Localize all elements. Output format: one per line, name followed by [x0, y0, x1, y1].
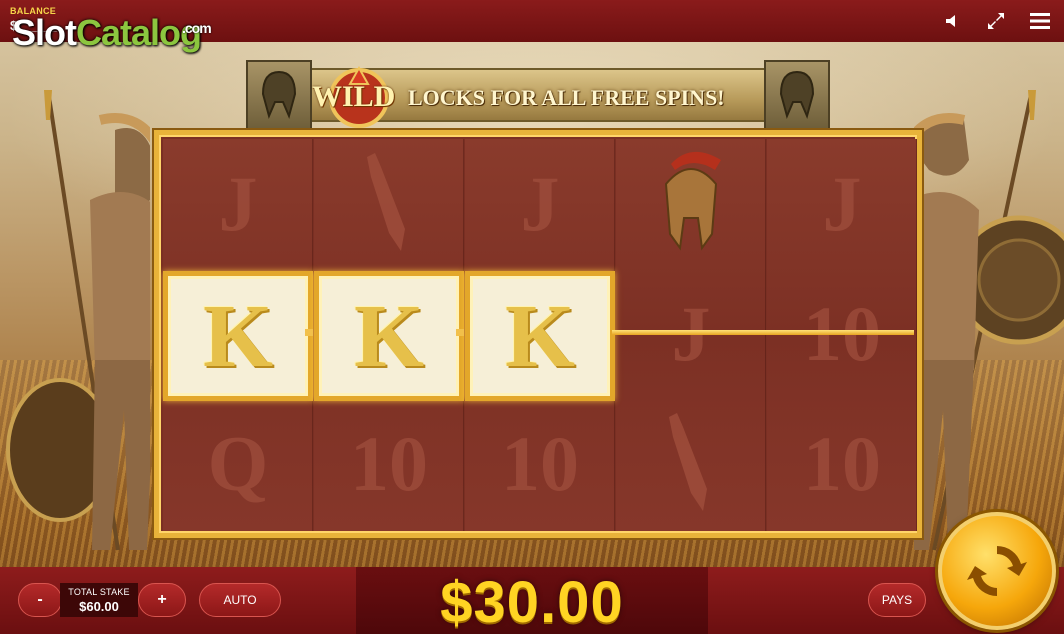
- reel-symbol: 10: [465, 399, 615, 529]
- sword-icon: [616, 399, 766, 529]
- reel-symbol: J: [767, 139, 917, 269]
- watermark-com: .com: [182, 20, 212, 36]
- wild-label: WILD: [312, 80, 396, 113]
- symbol-k: K: [353, 286, 424, 386]
- payline: [612, 330, 914, 335]
- pays-button[interactable]: PAYS: [868, 583, 926, 617]
- helmet-icon: [616, 139, 766, 269]
- reel-column-5: J 10 10: [767, 139, 917, 531]
- helmet-plaque-left: [246, 60, 312, 130]
- symbol-q: Q: [207, 420, 269, 507]
- win-amount: $30.00: [440, 570, 624, 634]
- slotcatalog-watermark: SlotCatalog .com: [12, 12, 212, 54]
- payline-link: [305, 329, 313, 336]
- minus-label: -: [37, 591, 43, 608]
- sword-icon: [314, 139, 464, 269]
- reel-symbol: 10: [314, 399, 464, 529]
- total-stake-label: TOTAL STAKE: [68, 587, 130, 597]
- top-icons: [940, 10, 1052, 32]
- reel-column-4: J: [616, 139, 766, 531]
- winning-symbol-tile: K: [163, 271, 313, 401]
- symbol-j: J: [520, 160, 560, 247]
- increase-stake-button[interactable]: +: [138, 583, 186, 617]
- auto-spin-button[interactable]: AUTO: [199, 583, 281, 617]
- symbol-10: 10: [501, 420, 579, 507]
- plus-label: +: [157, 591, 167, 608]
- right-spartan-warrior: [914, 90, 1064, 551]
- winning-symbol-tile: K: [465, 271, 615, 401]
- symbol-k: K: [504, 286, 575, 386]
- sound-icon[interactable]: [940, 10, 964, 32]
- watermark-slot: Slot: [12, 12, 77, 53]
- symbol-10: 10: [803, 420, 881, 507]
- free-spins-banner: WILD LOCKS FOR ALL FREE SPINS!: [246, 60, 830, 130]
- symbol-j: J: [822, 160, 862, 247]
- reel-symbol: 10: [767, 399, 917, 529]
- fullscreen-icon[interactable]: [984, 10, 1008, 32]
- helmet-plaque-right: [764, 60, 830, 130]
- symbol-10: 10: [350, 420, 428, 507]
- symbol-j: J: [218, 160, 258, 247]
- reel-symbol: Q: [163, 399, 313, 529]
- decrease-stake-button[interactable]: -: [18, 583, 62, 617]
- left-spartan-warrior: [6, 90, 150, 551]
- reel-symbol: J: [163, 139, 313, 269]
- total-stake-value: $60.00: [79, 599, 119, 614]
- menu-icon[interactable]: [1028, 10, 1052, 32]
- auto-label: AUTO: [223, 593, 257, 607]
- spin-arrows-icon: [967, 546, 1027, 596]
- top-bar: BALANCE $___.__ SlotCatalog .com: [0, 0, 1064, 53]
- symbol-k: K: [202, 286, 273, 386]
- spin-button[interactable]: [938, 512, 1056, 630]
- pays-label: PAYS: [881, 593, 913, 607]
- total-stake-display: TOTAL STAKE $60.00: [60, 583, 138, 617]
- reel-symbol: J: [465, 139, 615, 269]
- banner-message: LOCKS FOR ALL FREE SPINS!: [408, 85, 725, 110]
- winning-symbol-tile: K: [314, 271, 464, 401]
- payline-link: [456, 329, 464, 336]
